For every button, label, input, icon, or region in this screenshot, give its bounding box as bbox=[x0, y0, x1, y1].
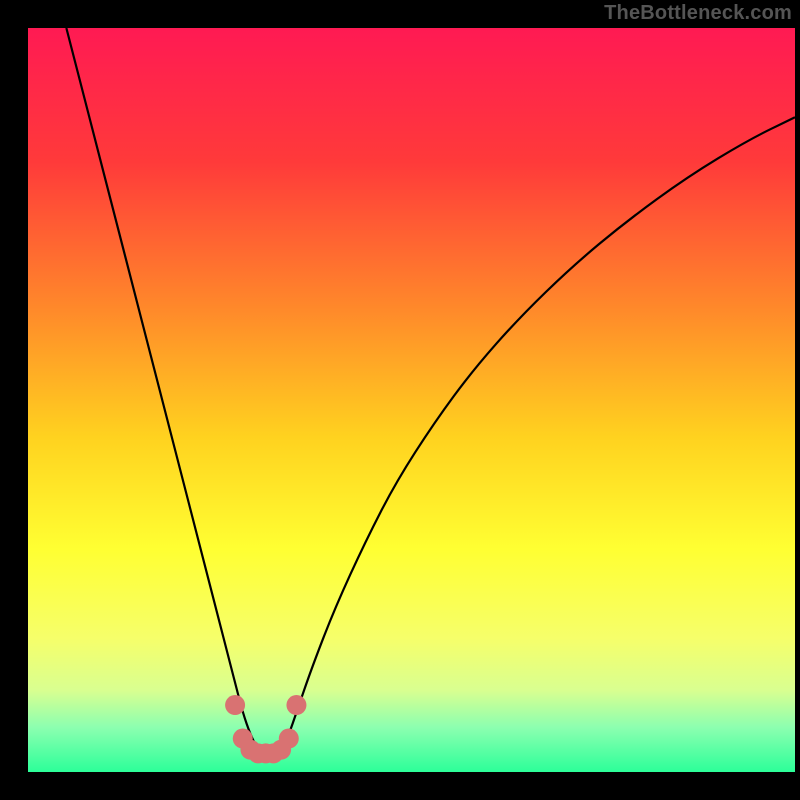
sweet-spot-marker bbox=[225, 695, 245, 715]
sweet-spot-marker bbox=[279, 729, 299, 749]
plot-background bbox=[28, 28, 795, 772]
sweet-spot-marker bbox=[286, 695, 306, 715]
bottleneck-plot bbox=[0, 0, 800, 800]
chart-frame: TheBottleneck.com bbox=[0, 0, 800, 800]
attribution-text: TheBottleneck.com bbox=[604, 2, 792, 25]
